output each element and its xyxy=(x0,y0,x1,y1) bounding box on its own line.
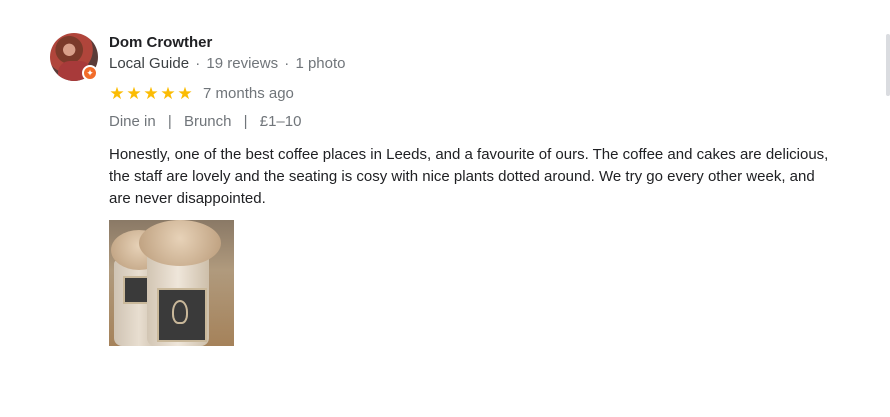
star-icon: ★ xyxy=(126,83,142,103)
review-time: 7 months ago xyxy=(203,84,294,102)
tag-separator: | xyxy=(167,113,172,130)
review-photo[interactable] xyxy=(109,220,234,346)
tag-brunch: Brunch xyxy=(183,113,232,130)
star-rating: ★ ★ ★ ★ ★ xyxy=(109,85,193,102)
star-icon: ★ xyxy=(109,83,125,103)
scrollbar[interactable] xyxy=(886,34,890,96)
visit-tags: Dine in | Brunch | £1–10 xyxy=(109,113,301,130)
review-text: Honestly, one of the best coffee places … xyxy=(109,146,829,207)
local-guide-label: Local Guide xyxy=(109,55,190,72)
star-icon: ★ xyxy=(177,83,193,103)
star-icon: ★ xyxy=(143,83,159,103)
star-icon: ★ xyxy=(160,83,176,103)
reviewer-name[interactable]: Dom Crowther xyxy=(109,34,212,51)
meta-separator: · xyxy=(284,55,290,72)
reviews-count: 19 reviews xyxy=(206,55,279,72)
meta-separator: · xyxy=(195,55,201,72)
local-guide-badge-icon: ✦ xyxy=(82,65,98,81)
review-card: ✦ Dom Crowther Local Guide · 19 reviews … xyxy=(0,0,890,417)
badge-glyph: ✦ xyxy=(86,67,94,78)
tag-dine-in: Dine in xyxy=(109,113,156,130)
rating-row: ★ ★ ★ ★ ★ 7 months ago xyxy=(109,84,294,102)
photo-leaf-logo xyxy=(172,300,188,324)
photos-count: 1 photo xyxy=(295,55,346,72)
tag-price: £1–10 xyxy=(259,113,302,130)
photo-cream-front xyxy=(139,220,221,266)
photo-label-back xyxy=(123,276,149,304)
reviewer-meta: Local Guide · 19 reviews · 1 photo xyxy=(109,55,346,72)
tag-separator: | xyxy=(243,113,248,130)
